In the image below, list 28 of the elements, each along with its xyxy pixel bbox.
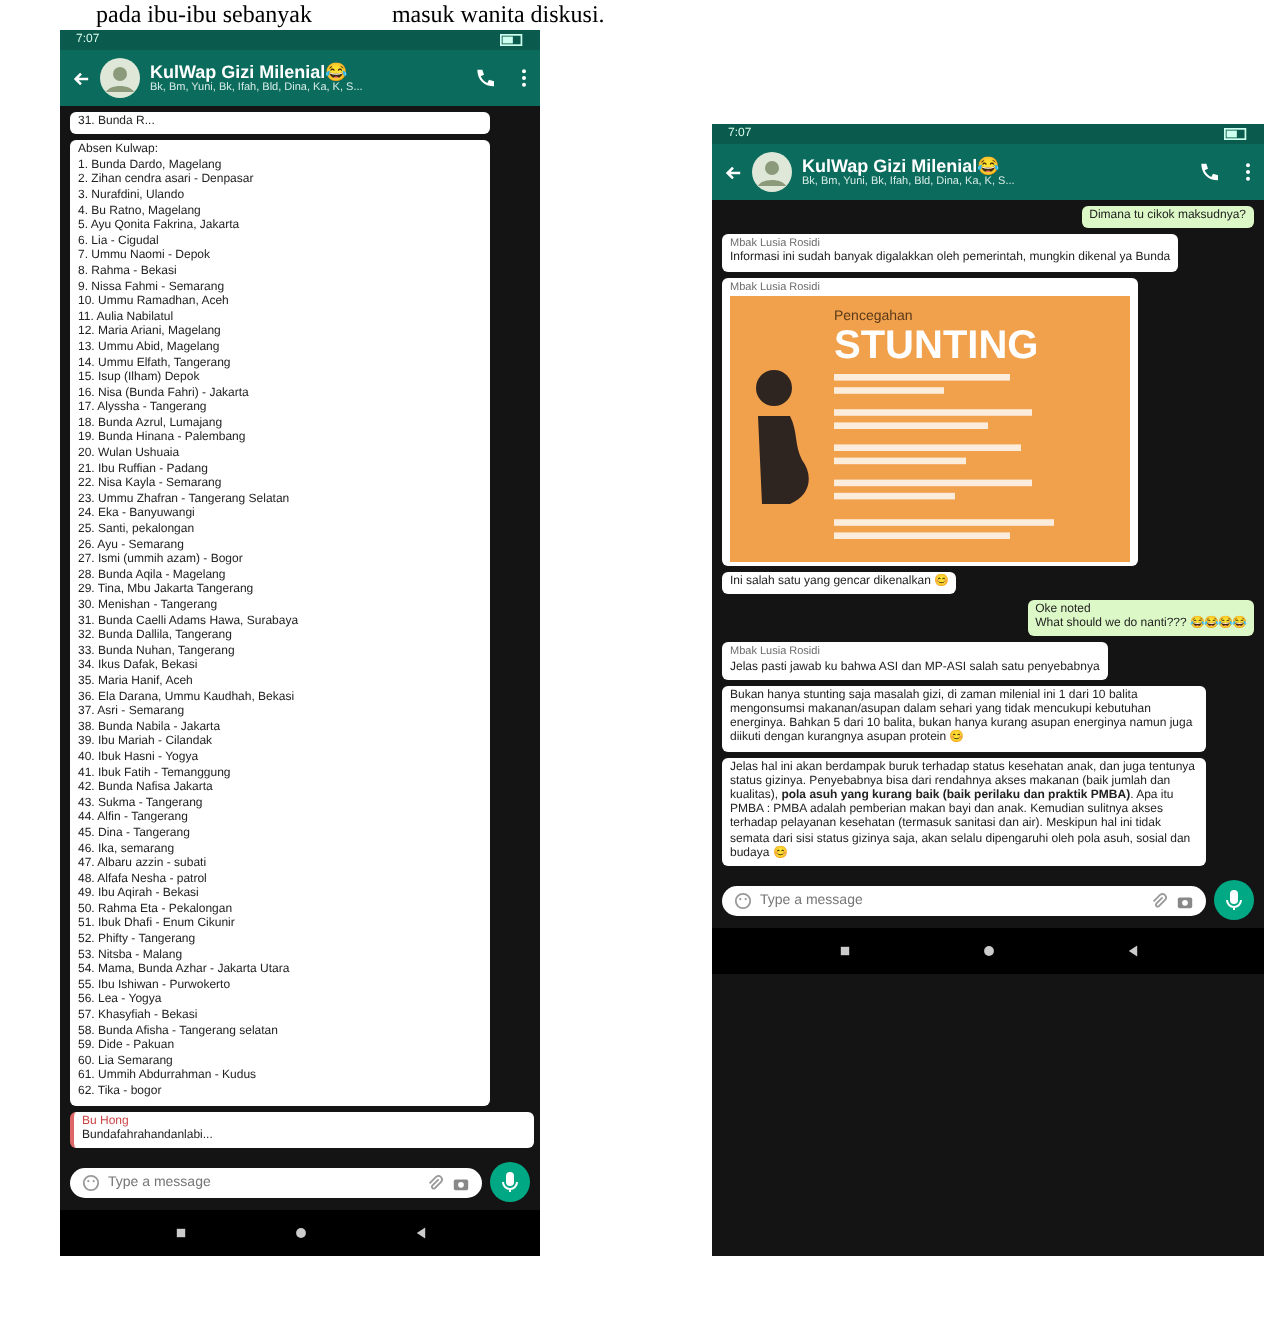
attach-icon[interactable]: [1150, 891, 1168, 910]
more-options-icon[interactable]: [1244, 162, 1252, 182]
caption-text: masuk wanita diskusi.: [391, 0, 605, 28]
camera-icon[interactable]: [1176, 891, 1194, 910]
microphone-button[interactable]: [1214, 880, 1254, 921]
phone-call-icon[interactable]: [1198, 162, 1218, 182]
emoji-icon[interactable]: [82, 1173, 100, 1192]
battery-icon: [500, 34, 524, 46]
back-icon[interactable]: [413, 1226, 427, 1241]
more-options-icon[interactable]: [520, 68, 528, 88]
attach-icon[interactable]: [426, 1173, 444, 1192]
group-name[interactable]: KulWap Gizi Milenial😂: [150, 62, 464, 82]
camera-icon[interactable]: [452, 1173, 470, 1192]
recent-apps-icon[interactable]: [837, 944, 851, 959]
back-arrow-icon[interactable]: [72, 69, 90, 87]
microphone-button[interactable]: [490, 1162, 530, 1203]
home-icon[interactable]: [293, 1226, 307, 1241]
emoji-icon[interactable]: [734, 891, 752, 910]
back-icon[interactable]: [1125, 944, 1139, 959]
group-avatar-icon: [752, 152, 792, 192]
recent-apps-icon[interactable]: [173, 1226, 187, 1241]
back-arrow-icon[interactable]: [724, 163, 742, 181]
group-avatar-icon: [100, 58, 140, 98]
caption-text: pada ibu-ibu sebanyak: [96, 0, 312, 28]
battery-icon: [1224, 128, 1248, 140]
phone-call-icon[interactable]: [474, 68, 494, 88]
home-icon[interactable]: [981, 944, 995, 959]
group-name[interactable]: KulWap Gizi Milenial😂: [802, 156, 1188, 176]
